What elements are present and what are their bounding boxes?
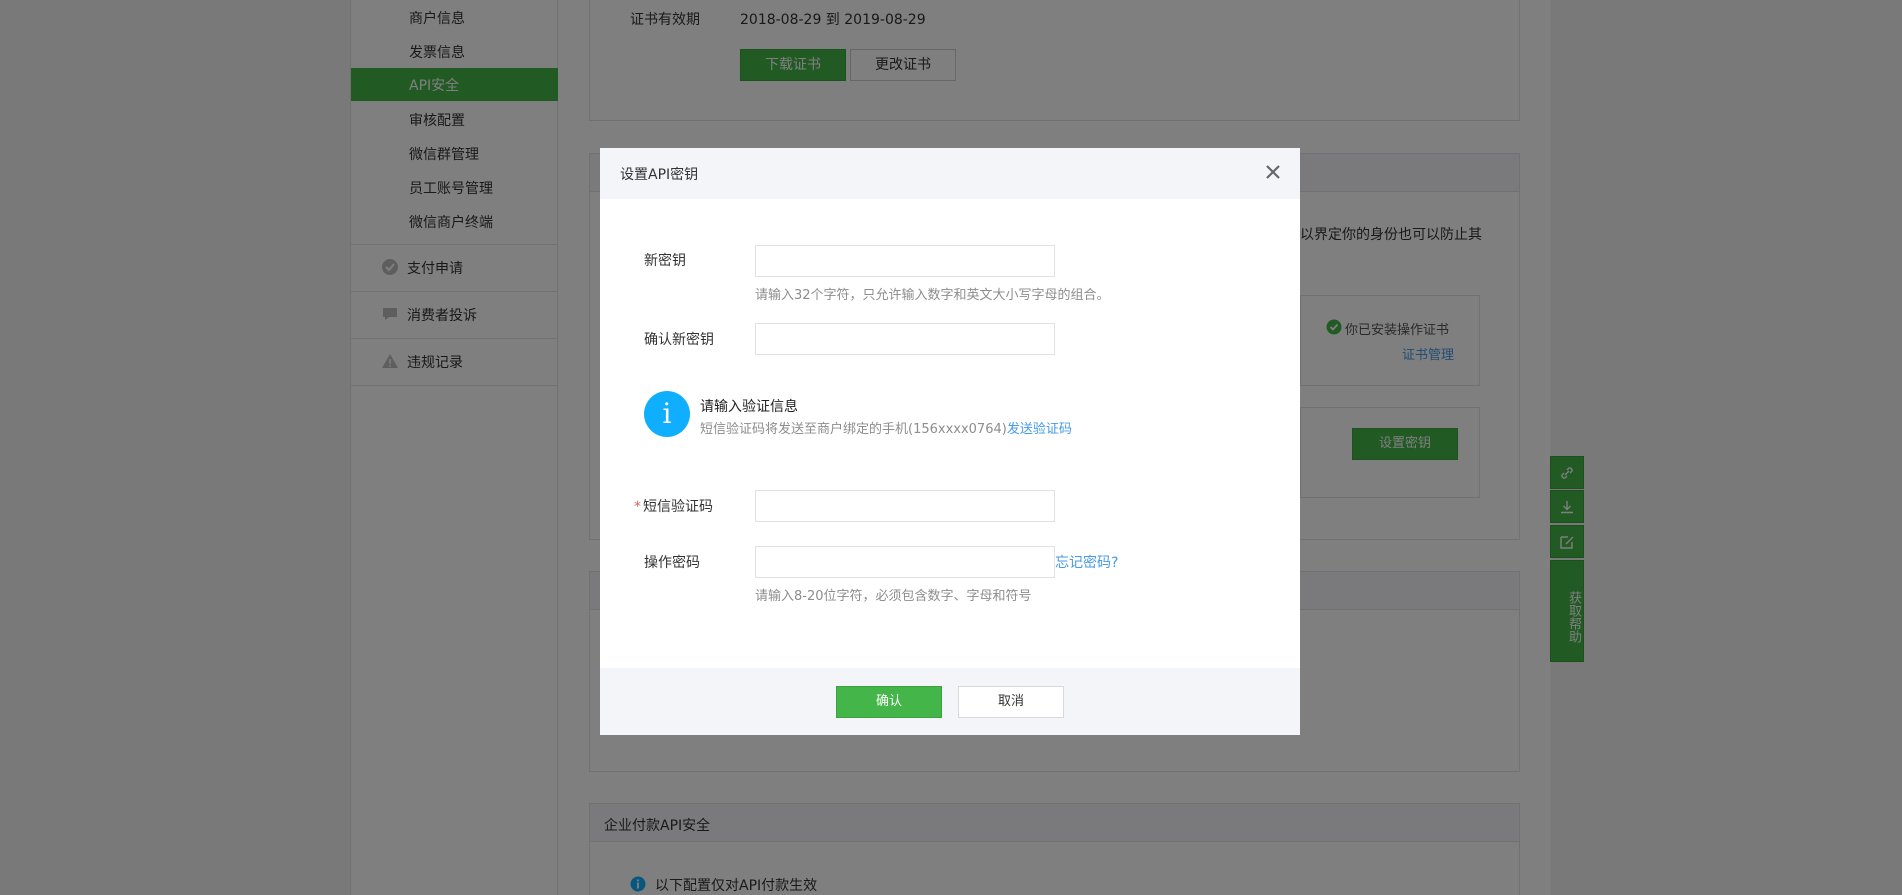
sms-code-label: * 短信验证码 [634, 496, 713, 516]
required-mark: * [634, 499, 641, 515]
dialog-header: 设置API密钥 [600, 148, 1300, 199]
info-icon: i [644, 391, 690, 437]
new-key-input[interactable] [755, 245, 1055, 277]
op-password-label: 操作密码 [644, 555, 700, 571]
new-key-label: 新密钥 [644, 253, 686, 269]
verify-info-text: 短信验证码将发送至商户绑定的手机(156xxxx0764) [700, 422, 1007, 437]
new-key-hint: 请输入32个字符，只允许输入数字和英文大小写字母的组合。 [755, 288, 1110, 303]
op-password-input[interactable] [755, 546, 1055, 578]
sms-code-label-text: 短信验证码 [643, 499, 713, 515]
dialog-title: 设置API密钥 [620, 167, 699, 183]
cancel-button[interactable]: 取消 [958, 686, 1064, 718]
sms-code-input[interactable] [755, 490, 1055, 522]
verify-info-title: 请输入验证信息 [700, 399, 798, 415]
set-api-key-dialog: 设置API密钥 新密钥 确认新密钥 新密钥 请输入32个字符，只允许输入数字和英… [600, 148, 1300, 735]
confirm-button[interactable]: 确认 [836, 686, 942, 718]
confirm-key-input[interactable] [755, 323, 1055, 355]
close-icon[interactable] [1262, 161, 1284, 183]
forgot-password-link[interactable]: 忘记密码? [1055, 552, 1118, 572]
dialog-footer: 确认 取消 [600, 668, 1300, 735]
send-code-link[interactable]: 发送验证码 [1007, 422, 1072, 437]
verify-info-desc: 短信验证码将发送至商户绑定的手机(156xxxx0764)发送验证码 [700, 418, 1072, 437]
op-password-hint: 请输入8-20位字符，必须包含数字、字母和符号 [755, 589, 1032, 604]
confirm-key-label: 确认新密钥 [644, 332, 714, 348]
